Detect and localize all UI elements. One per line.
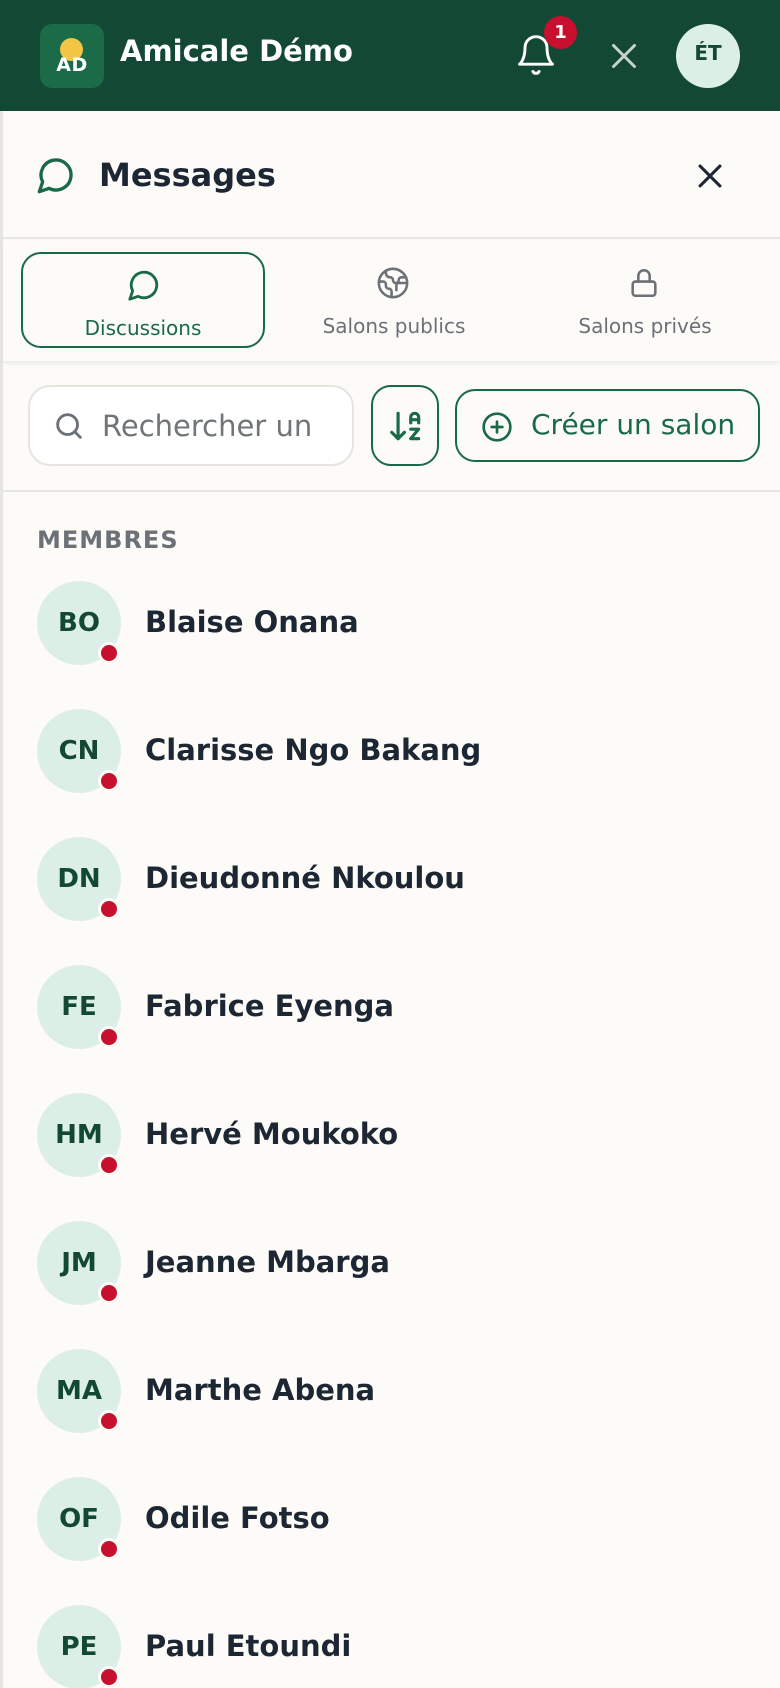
member-name: Dieudonné Nkoulou [145, 861, 465, 895]
member-name: Marthe Abena [145, 1373, 376, 1407]
member-item[interactable]: DN Dieudonné Nkoulou [3, 837, 780, 965]
member-name: Fabrice Eyenga [145, 989, 394, 1023]
sort-button[interactable] [371, 385, 439, 466]
member-name: Blaise Onana [145, 605, 359, 639]
panel-title: Messages [99, 156, 276, 194]
sort-az-icon [390, 411, 421, 441]
message-tabs: Discussions Salons publics Salons privés [3, 241, 780, 361]
lock-icon [631, 269, 657, 298]
status-indicator [98, 642, 120, 664]
tab-public-rooms[interactable]: Salons publics [272, 252, 516, 348]
member-name: Hervé Moukoko [145, 1117, 399, 1151]
panel-header: Messages [3, 111, 780, 239]
user-avatar[interactable]: ÉT [676, 24, 740, 88]
member-name: Jeanne Mbarga [145, 1245, 390, 1279]
member-item[interactable]: OF Odile Fotso [3, 1477, 780, 1605]
toolbar: Créer un salon [3, 361, 780, 492]
member-item[interactable]: CN Clarisse Ngo Bakang [3, 709, 780, 837]
close-icon[interactable] [606, 38, 642, 74]
member-item[interactable]: PE Paul Etoundi [3, 1605, 780, 1688]
tab-label: Salons publics [322, 314, 466, 338]
search-icon [56, 413, 82, 439]
tab-label: Salons privés [578, 314, 712, 338]
member-item[interactable]: MA Marthe Abena [3, 1349, 780, 1477]
notification-badge: 1 [544, 16, 577, 49]
search-box[interactable] [28, 385, 354, 466]
status-indicator [98, 1282, 120, 1304]
member-name: Odile Fotso [145, 1501, 330, 1535]
chat-bubble-icon [128, 270, 159, 301]
create-room-label: Créer un salon [531, 408, 736, 441]
tab-label: Discussions [84, 316, 202, 340]
create-room-button[interactable]: Créer un salon [455, 389, 760, 462]
member-name: Clarisse Ngo Bakang [145, 733, 482, 767]
members-section-label: MEMBRES [37, 526, 179, 554]
close-panel-icon[interactable] [693, 159, 727, 193]
status-indicator [98, 1154, 120, 1176]
status-indicator [98, 1666, 120, 1688]
status-indicator [98, 770, 120, 792]
member-item[interactable]: BO Blaise Onana [3, 581, 780, 709]
member-item[interactable]: JM Jeanne Mbarga [3, 1221, 780, 1349]
tab-discussions[interactable]: Discussions [21, 252, 265, 348]
app-logo[interactable]: AD [40, 24, 104, 88]
member-item[interactable]: FE Fabrice Eyenga [3, 965, 780, 1093]
member-list: BO Blaise Onana CN Clarisse Ngo Bakang D… [3, 581, 780, 1688]
app-title: Amicale Démo [120, 34, 353, 68]
top-app-bar: AD Amicale Démo 1 ÉT [0, 0, 780, 111]
plus-circle-icon [482, 412, 512, 442]
messages-panel: Messages Discussions Salons publics Salo… [0, 111, 780, 1688]
status-indicator [98, 898, 120, 920]
globe-icon [377, 267, 409, 299]
status-indicator [98, 1026, 120, 1048]
tab-private-rooms[interactable]: Salons privés [523, 252, 767, 348]
member-item[interactable]: HM Hervé Moukoko [3, 1093, 780, 1221]
search-input[interactable] [102, 401, 342, 451]
member-name: Paul Etoundi [145, 1629, 352, 1663]
status-indicator [98, 1410, 120, 1432]
chat-bubble-icon [37, 158, 73, 194]
logo-initials: AD [56, 54, 88, 76]
status-indicator [98, 1538, 120, 1560]
